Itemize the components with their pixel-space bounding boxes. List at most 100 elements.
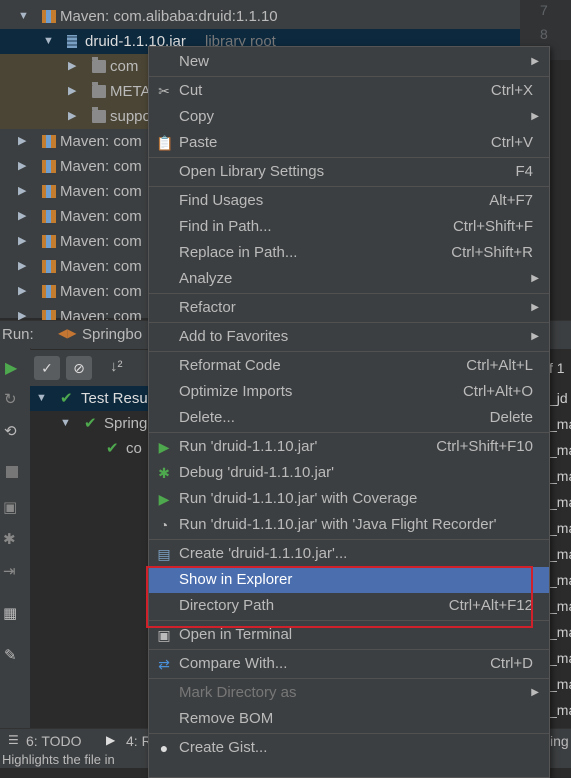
menu-item-label: Debug 'druid-1.1.10.jar': [179, 464, 334, 481]
chevron-right-icon[interactable]: ▶: [18, 179, 26, 204]
run-icon: ▶: [158, 439, 170, 455]
tree-node-label: META: [110, 83, 151, 100]
menu-item-label: Optimize Imports: [179, 383, 293, 400]
import-tests-icon[interactable]: ⇥: [3, 562, 16, 580]
menu-item-label: Create 'druid-1.1.10.jar'...: [179, 545, 348, 562]
debug-bug-icon[interactable]: ✱: [3, 530, 16, 548]
chevron-right-icon[interactable]: ▶: [68, 54, 76, 79]
tree-node-label: Maven: com: [60, 183, 142, 200]
menu-item-delete[interactable]: Delete... Delete: [149, 405, 549, 431]
menu-item-label: Run 'druid-1.1.10.jar': [179, 438, 318, 455]
menu-item-reformat-code[interactable]: Reformat Code Ctrl+Alt+L: [149, 353, 549, 379]
compare-icon: ⇄: [158, 656, 170, 672]
menu-item-paste[interactable]: 📋 Paste Ctrl+V: [149, 130, 549, 156]
run-tab-icon: ▶: [106, 733, 116, 747]
chevron-down-icon[interactable]: ▼: [18, 4, 29, 29]
menu-item-shortcut: Alt+F7: [489, 192, 533, 209]
console-line: _ma: [549, 442, 571, 458]
folder-icon: [92, 82, 106, 98]
menu-item-cut[interactable]: ✂ Cut Ctrl+X: [149, 78, 549, 104]
menu-item-create-gist[interactable]: ● Create Gist...: [149, 735, 549, 761]
menu-item-label: Paste: [179, 134, 218, 151]
menu-item-run-druid-1-1-10-jar-with-coverage[interactable]: ▶ Run 'druid-1.1.10.jar' with Coverage: [149, 486, 549, 512]
event-log-tab[interactable]: ing: [550, 733, 569, 749]
menu-separator: [149, 351, 549, 352]
chevron-right-icon[interactable]: ▶: [68, 104, 76, 129]
menu-item-find-in-path[interactable]: Find in Path... Ctrl+Shift+F: [149, 214, 549, 240]
console-output: f 1 _jd _ma _ma _ma _ma _ma _ma _ma _ma _ma _ma _ma _…: [548, 360, 571, 728]
show-ignored-icon[interactable]: ⊘: [66, 356, 92, 380]
github-icon: ●: [159, 740, 169, 756]
maven-library-icon: [42, 10, 56, 23]
menu-item-compare-with[interactable]: ⇄ Compare With... Ctrl+D: [149, 651, 549, 677]
flight-recorder-icon: ◔: [159, 517, 169, 533]
chevron-right-icon[interactable]: ▶: [18, 229, 26, 254]
tree-node-label: Maven: com: [60, 283, 142, 300]
test-label: Spring: [104, 415, 148, 432]
chevron-right-icon[interactable]: ▶: [18, 154, 26, 179]
menu-item-shortcut: F4: [515, 163, 533, 180]
menu-item-label: Mark Directory as: [179, 684, 297, 701]
line-number: 8: [540, 26, 548, 42]
layout-icon[interactable]: ▦: [3, 604, 17, 622]
menu-item-label: Run 'druid-1.1.10.jar' with Coverage: [179, 490, 418, 507]
menu-item-refactor[interactable]: Refactor ▶: [149, 295, 549, 321]
menu-item-mark-directory-as: Mark Directory as ▶: [149, 680, 549, 706]
tree-node-label: Maven: com: [60, 208, 142, 225]
sort-icon[interactable]: ↓²: [110, 358, 123, 375]
pin-icon[interactable]: ✎: [4, 646, 17, 664]
todo-tab[interactable]: 6: TODO: [26, 733, 82, 749]
menu-item-remove-bom[interactable]: Remove BOM: [149, 706, 549, 732]
run-tab-springboot[interactable]: Springbo: [82, 326, 142, 343]
menu-item-label: Reformat Code: [179, 357, 281, 374]
menu-item-analyze[interactable]: Analyze ▶: [149, 266, 549, 292]
menu-item-debug-druid-1-1-10-jar[interactable]: ✱ Debug 'druid-1.1.10.jar': [149, 460, 549, 486]
context-menu: New ▶ ✂ Cut Ctrl+X Copy ▶ 📋 Paste Ctrl+V Open Libr…: [148, 46, 550, 778]
run-title: Run:: [2, 326, 34, 343]
chevron-down-icon[interactable]: ▼: [43, 29, 54, 54]
menu-item-shortcut: Ctrl+D: [490, 655, 533, 672]
menu-item-run-druid-1-1-10-jar[interactable]: ▶ Run 'druid-1.1.10.jar' Ctrl+Shift+F10: [149, 434, 549, 460]
menu-separator: [149, 186, 549, 187]
menu-item-optimize-imports[interactable]: Optimize Imports Ctrl+Alt+O: [149, 379, 549, 405]
maven-library-icon: [42, 260, 56, 273]
console-line: _ma: [549, 702, 571, 718]
menu-item-find-usages[interactable]: Find Usages Alt+F7: [149, 188, 549, 214]
maven-library-icon: [42, 160, 56, 173]
menu-item-new[interactable]: New ▶: [149, 49, 549, 75]
chevron-right-icon[interactable]: ▶: [18, 129, 26, 154]
console-line: f 1: [549, 360, 565, 376]
menu-item-shortcut: Delete: [489, 409, 533, 426]
menu-item-label: Find Usages: [179, 192, 264, 209]
menu-item-label: Cut: [179, 82, 203, 99]
stop-icon[interactable]: [6, 466, 18, 478]
chevron-right-icon[interactable]: ▶: [18, 279, 26, 304]
status-text: Highlights the file in: [2, 753, 115, 767]
create-config-icon: ▤: [157, 546, 171, 562]
menu-item-replace-in-path[interactable]: Replace in Path... Ctrl+Shift+R: [149, 240, 549, 266]
menu-item-run-druid-1-1-10-jar-with-java-flight-recorder[interactable]: ◔ Run 'druid-1.1.10.jar' with 'Java Fligh…: [149, 512, 549, 538]
menu-item-shortcut: Ctrl+X: [490, 82, 533, 99]
menu-item-create-druid-1-1-10-jar[interactable]: ▤ Create 'druid-1.1.10.jar'...: [149, 541, 549, 567]
show-passed-icon[interactable]: ✓: [34, 356, 60, 380]
clipboard-icon: 📋: [156, 135, 174, 151]
chevron-right-icon[interactable]: ▶: [18, 254, 26, 279]
menu-item-label: Analyze: [179, 270, 233, 287]
menu-item-copy[interactable]: Copy ▶: [149, 104, 549, 130]
chevron-right-icon[interactable]: ▶: [18, 204, 26, 229]
maven-library-icon: [42, 135, 56, 148]
menu-separator: [149, 733, 549, 734]
rerun-failed-icon[interactable]: ↻: [4, 390, 17, 408]
menu-item-add-to-favorites[interactable]: Add to Favorites ▶: [149, 324, 549, 350]
menu-separator: [149, 293, 549, 294]
camera-icon[interactable]: ▣: [3, 498, 17, 516]
toggle-autotest-icon[interactable]: ⟲: [4, 422, 17, 440]
maven-library-icon: [42, 235, 56, 248]
console-line: _jd: [549, 390, 568, 406]
submenu-arrow-icon: ▶: [531, 302, 539, 313]
chevron-right-icon[interactable]: ▶: [68, 79, 76, 104]
rerun-icon[interactable]: ▶: [5, 358, 17, 378]
tree-node[interactable]: ▼ Maven: com.alibaba:druid:1.1.10: [0, 4, 520, 29]
passed-icon: ✔: [60, 390, 73, 407]
menu-item-open-library-settings[interactable]: Open Library Settings F4: [149, 159, 549, 185]
